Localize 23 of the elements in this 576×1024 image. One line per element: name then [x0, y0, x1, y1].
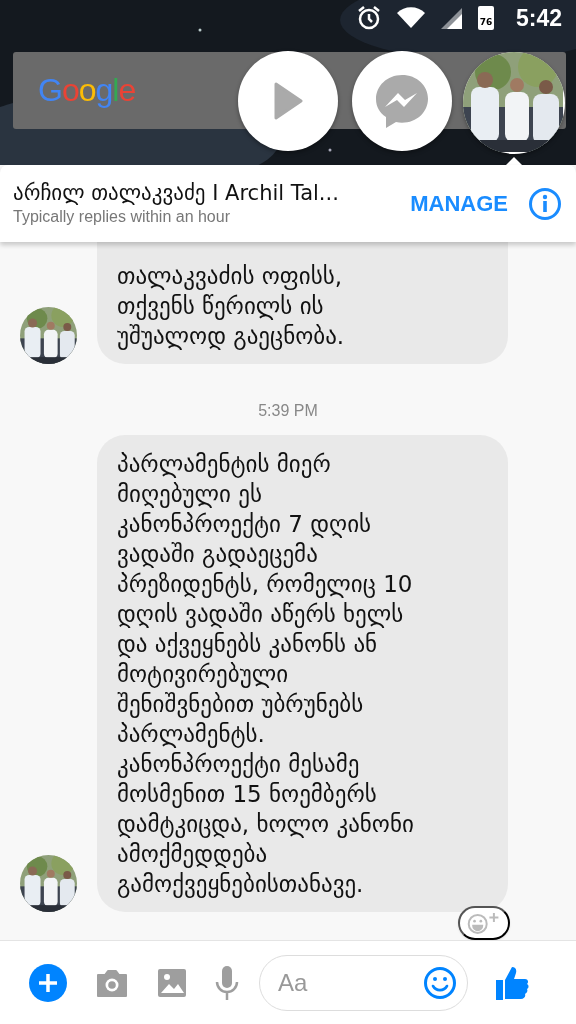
- manage-button[interactable]: MANAGE: [404, 186, 514, 221]
- play-icon: [273, 82, 303, 120]
- google-logo: Google: [38, 72, 136, 109]
- clock: 5:42: [515, 4, 562, 32]
- messenger-icon: [373, 72, 431, 130]
- wifi-icon: [395, 6, 426, 30]
- microphone-icon[interactable]: [215, 964, 239, 1001]
- add-button[interactable]: [29, 963, 67, 1002]
- contact-name: არჩილ თალაკვაძე I Archil Tal...: [13, 181, 340, 205]
- image-icon[interactable]: [157, 967, 187, 998]
- response-time: Typically replies within an hour: [13, 208, 231, 226]
- timestamp: 5:39 PM: [258, 402, 318, 420]
- battery-level: 76: [479, 16, 493, 29]
- message-field[interactable]: Aa: [259, 954, 468, 1011]
- message-bubble: თალაკვაძის ოფისს, თქვენს წერილს ის უშუალოდ გაეცნობა.: [97, 242, 508, 364]
- info-icon[interactable]: [528, 186, 562, 221]
- emoji-icon[interactable]: [423, 965, 457, 1000]
- signal-icon: [439, 6, 464, 30]
- add-reaction-button[interactable]: [458, 906, 510, 940]
- thumbs-up-icon[interactable]: [495, 964, 529, 1001]
- message-bubble: პარლამენტის მიერ მიღებული ეს კანონპროექტი 7 დღის ვადაში გადაეცემა პრეზიდენტს, რომელიც 10 დღის ვადაში აწერს ხელს და აქვეყნებს კანონს ან მოტივირებული შენიშვნებით უბრუნებს პარლამენტს. კანონპროექტი მესამე მოსმენით 15 ნოემბერს დამტკიცდა, ხოლო კანონი ამოქმედდება გამოქვეყნებისთანავე.: [97, 435, 508, 912]
- plus-icon: [37, 971, 59, 994]
- camera-icon[interactable]: [95, 967, 129, 998]
